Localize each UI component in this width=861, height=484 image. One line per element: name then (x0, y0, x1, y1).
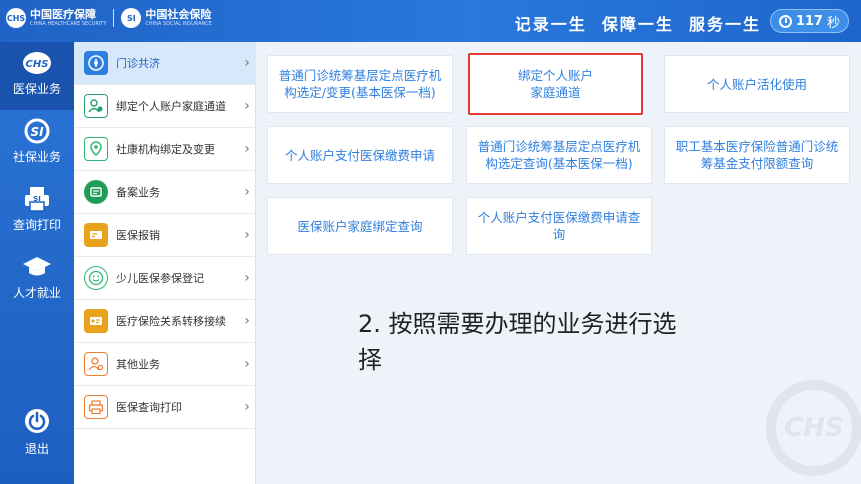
menu-item-query-print[interactable]: 医保查询打印 › (74, 386, 256, 429)
chs-logo-name: 中国医疗保障 (30, 8, 96, 21)
chs-logo-sub: CHINA HEALTHCARE SECURITY (30, 21, 107, 27)
menu-item-community-health-binding[interactable]: 社康机构绑定及变更 › (74, 128, 256, 171)
tile-outpatient-limit-query[interactable]: 职工基本医疗保险普通门诊统筹基金支付限额查询 (664, 126, 850, 184)
chevron-right-icon: › (244, 98, 250, 114)
chevron-right-icon: › (244, 141, 250, 157)
menu-item-bind-family-account[interactable]: 绑定个人账户家庭通道 › (74, 85, 256, 128)
svg-text:SI: SI (30, 125, 44, 139)
rail-label: 医保业务 (12, 82, 61, 96)
si-logo-sub: CHINA SOCIAL INSURANCE (145, 21, 212, 27)
menu-item-other-business[interactable]: 其他业务 › (74, 343, 256, 386)
svg-text:SI: SI (33, 195, 41, 203)
menu-item-outpatient-mutual[interactable]: 门诊共济 › (74, 42, 256, 85)
logo-divider (113, 9, 115, 27)
compass-icon (84, 51, 108, 75)
location-icon (84, 137, 108, 161)
rail-item-query-print[interactable]: SI 查询打印 (0, 178, 74, 246)
printer-icon: SI (22, 186, 52, 212)
exit-button[interactable]: 退出 (0, 408, 74, 457)
countdown-timer: 117 秒 (769, 9, 849, 33)
menu-item-reimbursement[interactable]: 医保报销 › (74, 214, 256, 257)
si-logo-icon: SI (121, 8, 142, 28)
chs-logo-text-block: 中国医疗保障 CHINA HEALTHCARE SECURITY (30, 8, 107, 28)
chevron-right-icon: › (244, 184, 250, 200)
tile-account-activation[interactable]: 个人账户活化使用 (664, 55, 850, 113)
menu-item-label: 少儿医保参保登记 (116, 272, 204, 285)
people-icon (84, 94, 108, 118)
menu-item-label: 备案业务 (116, 186, 160, 199)
menu-item-label: 医保报销 (116, 229, 160, 242)
printer-icon (84, 395, 108, 419)
chs-icon: CHS (22, 50, 52, 76)
chevron-right-icon: › (244, 227, 250, 243)
chevron-right-icon: › (244, 313, 250, 329)
menu-item-filing-business[interactable]: 备案业务 › (74, 171, 256, 214)
stamp-icon (84, 180, 108, 204)
menu-item-label: 门诊共济 (116, 57, 160, 70)
menu-item-label: 医保查询打印 (116, 401, 182, 414)
menu-item-label: 医疗保险关系转移接续 (116, 315, 226, 328)
tile-outpatient-institution-select[interactable]: 普通门诊统筹基层定点医疗机构选定/变更(基本医保一档) (267, 55, 453, 113)
user-settings-icon (84, 352, 108, 376)
si-logo-name: 中国社会保险 (145, 8, 212, 21)
chevron-right-icon: › (244, 399, 250, 415)
instruction-caption: 2. 按照需要办理的业务进行选择 (358, 310, 677, 374)
top-header: CHS 中国医疗保障 CHINA HEALTHCARE SECURITY SI … (0, 0, 861, 42)
clock-icon (778, 14, 792, 28)
tile-pay-premium-query[interactable]: 个人账户支付医保缴费申请查询 (466, 197, 652, 255)
tile-account-pay-premium[interactable]: 个人账户支付医保缴费申请 (267, 126, 453, 184)
menu-item-label: 社康机构绑定及变更 (116, 143, 215, 156)
left-rail: CHS 医保业务 SI 社保业务 SI 查询打印 人才就业 退出 (0, 42, 74, 484)
rail-label: 查询打印 (12, 218, 61, 232)
tile-family-binding-query[interactable]: 医保账户家庭绑定查询 (267, 197, 453, 255)
chevron-right-icon: › (244, 356, 250, 372)
header-slogan: 记录一生 保障一生 服务一生 (514, 15, 761, 34)
chs-watermark-logo: CHS (766, 380, 861, 476)
timer-unit: 秒 (826, 15, 840, 31)
card-icon (84, 223, 108, 247)
menu-item-label: 绑定个人账户家庭通道 (116, 100, 226, 113)
menu-item-relationship-transfer[interactable]: 医疗保险关系转移接续 › (74, 300, 256, 343)
tile-bind-family-account[interactable]: 绑定个人账户 家庭通道 (468, 53, 643, 115)
menu-item-label: 其他业务 (116, 358, 160, 371)
chevron-right-icon: › (244, 270, 250, 286)
logo-group: CHS 中国医疗保障 CHINA HEALTHCARE SECURITY SI … (6, 8, 212, 28)
smile-icon (84, 266, 108, 290)
transfer-icon (84, 309, 108, 333)
si-logo-text-block: 中国社会保险 CHINA SOCIAL INSURANCE (145, 8, 212, 28)
si-icon: SI (22, 118, 52, 144)
graduation-cap-icon (22, 254, 52, 280)
rail-label: 社保业务 (12, 150, 61, 164)
power-icon (24, 408, 50, 434)
chevron-right-icon: › (244, 55, 250, 71)
exit-label: 退出 (24, 442, 49, 456)
tile-outpatient-institution-query[interactable]: 普通门诊统筹基层定点医疗机构选定查询(基本医保一档) (466, 126, 652, 184)
timer-value: 117 (795, 13, 823, 29)
business-menu: 门诊共济 › 绑定个人账户家庭通道 › 社康机构绑定及变更 › 备案业务 › 医… (74, 42, 256, 484)
rail-item-medical-insurance[interactable]: CHS 医保业务 (0, 42, 74, 110)
menu-item-child-enrollment[interactable]: 少儿医保参保登记 › (74, 257, 256, 300)
rail-label: 人才就业 (12, 286, 61, 300)
svg-text:CHS: CHS (26, 59, 49, 70)
rail-item-social-insurance[interactable]: SI 社保业务 (0, 110, 74, 178)
chs-logo-icon: CHS (6, 8, 26, 28)
rail-item-talent-employment[interactable]: 人才就业 (0, 246, 74, 314)
